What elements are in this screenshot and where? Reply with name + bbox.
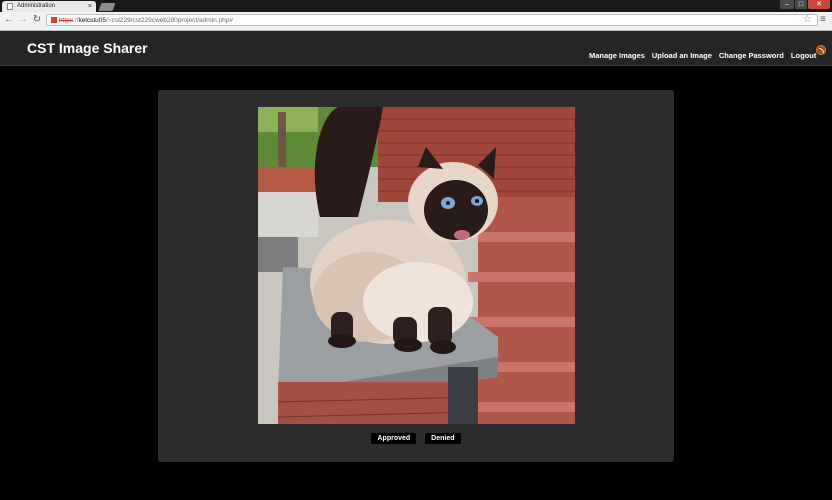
page-icon — [7, 3, 13, 10]
cat-photo — [258, 107, 575, 424]
address-bar[interactable]: https://kelcstu05/~cst229/cst229cweb280p… — [46, 14, 818, 26]
maximize-button[interactable]: □ — [795, 0, 807, 9]
back-button[interactable]: ← — [3, 14, 15, 26]
insecure-lock-icon — [51, 17, 57, 23]
site-header: CST Image Sharer Manage Images Upload an… — [0, 31, 832, 66]
url-path: /~cst229/cst229cweb280project/admin.php# — [105, 17, 233, 24]
bookmark-star-icon[interactable]: ☆ — [803, 14, 812, 26]
tab-title: Administration — [17, 3, 56, 9]
site-title: CST Image Sharer — [27, 40, 148, 56]
new-tab-button[interactable] — [98, 3, 116, 11]
pending-image — [258, 107, 575, 424]
reload-button[interactable]: ↻ — [31, 14, 43, 26]
browser-menu-icon[interactable]: ≡ — [820, 14, 826, 26]
browser-tab[interactable]: Administration × — [2, 1, 96, 12]
deny-button[interactable]: Denied — [425, 433, 461, 444]
approve-button[interactable]: Approved — [371, 433, 417, 444]
nav-upload-image[interactable]: Upload an Image — [652, 51, 712, 60]
nav-change-password[interactable]: Change Password — [719, 51, 784, 60]
close-window-button[interactable]: ✕ — [808, 0, 830, 9]
minimize-button[interactable]: – — [780, 0, 794, 9]
url-host: kelcstu05 — [78, 17, 106, 24]
tab-close-icon[interactable]: × — [88, 1, 92, 12]
rss-feed-icon[interactable] — [816, 45, 826, 55]
nav-logout[interactable]: Logout — [791, 51, 816, 60]
image-review-panel: Approved Denied — [158, 90, 674, 462]
site-nav: Manage Images Upload an Image Change Pas… — [589, 51, 816, 60]
browser-tabstrip: Administration × – □ ✕ — [0, 0, 832, 12]
url-scheme: https — [59, 17, 74, 24]
window-controls: – □ ✕ — [780, 0, 830, 10]
browser-toolbar: ← → ↻ https://kelcstu05/~cst229/cst229cw… — [0, 12, 832, 31]
nav-manage-images[interactable]: Manage Images — [589, 51, 645, 60]
forward-button[interactable]: → — [17, 14, 29, 26]
review-actions: Approved Denied — [158, 433, 674, 444]
